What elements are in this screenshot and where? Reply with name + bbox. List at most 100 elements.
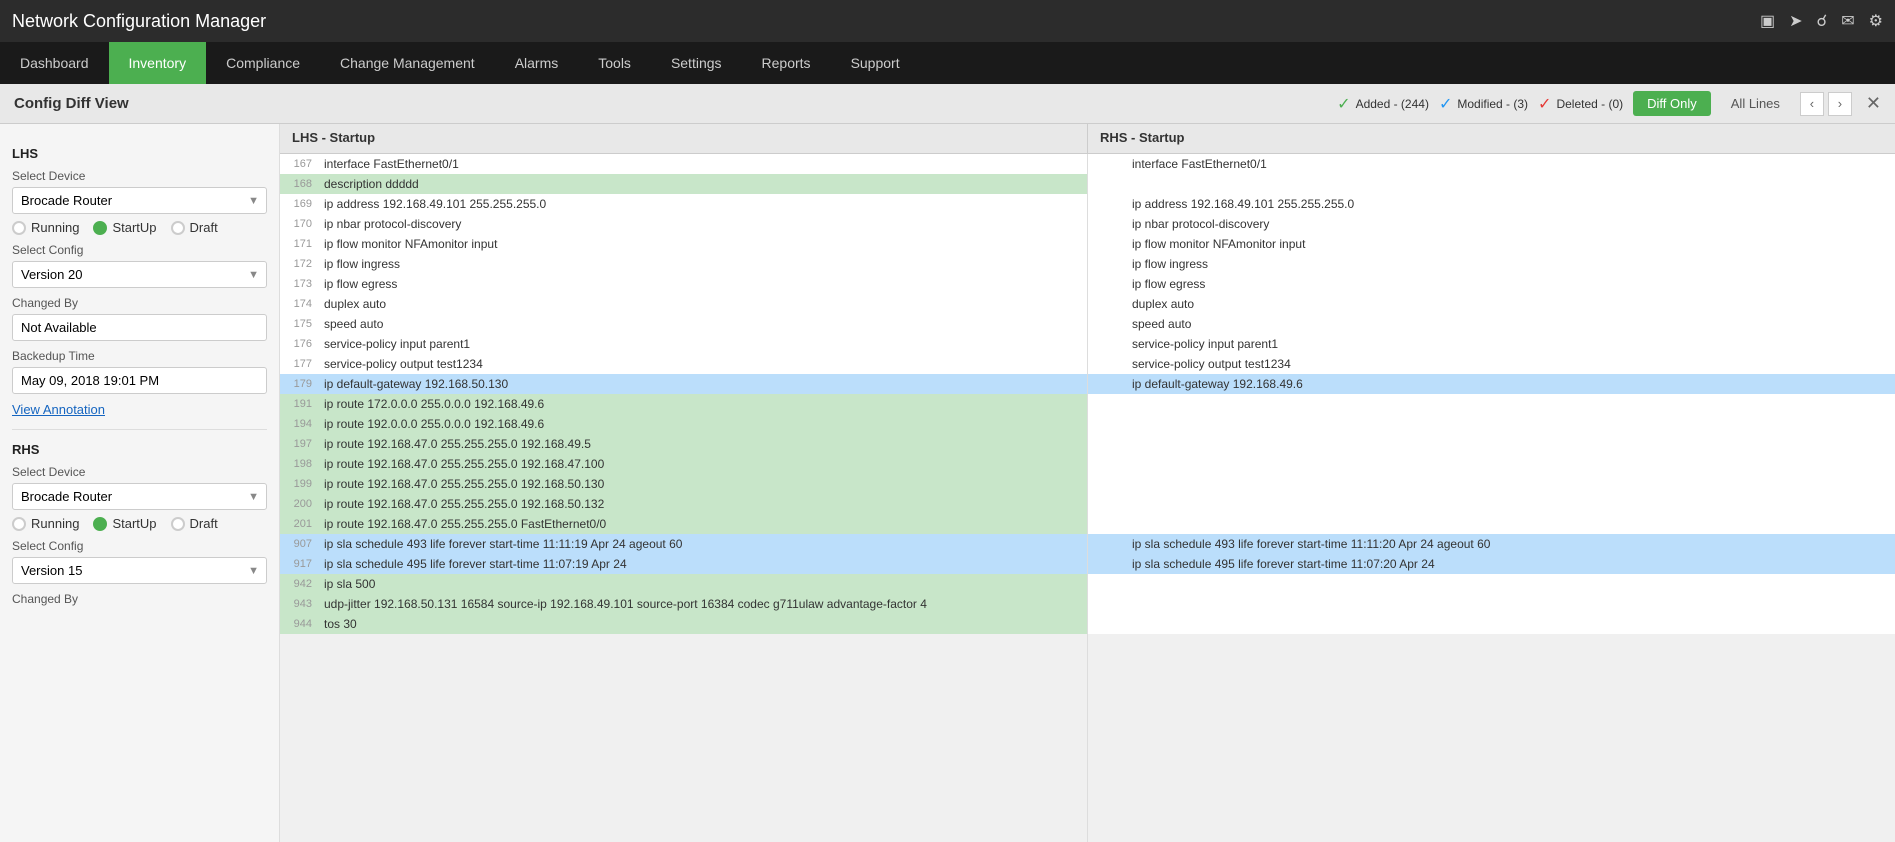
- table-row: 907ip sla schedule 493 life forever star…: [280, 534, 1087, 554]
- line-content: ip default-gateway 192.168.50.130: [320, 376, 1087, 392]
- line-number: 175: [280, 318, 320, 330]
- line-content: [1128, 443, 1895, 445]
- line-content: ip route 192.168.47.0 255.255.255.0 192.…: [320, 436, 1087, 452]
- rhs-radio-running[interactable]: Running: [12, 516, 79, 531]
- rhs-device-wrapper: Brocade Router ▼: [12, 483, 267, 510]
- line-number: 174: [280, 298, 320, 310]
- monitor-icon[interactable]: ▣: [1760, 11, 1775, 31]
- table-row: 174duplex auto: [280, 294, 1087, 314]
- rhs-running-label: Running: [31, 516, 79, 531]
- table-row: 944tos 30: [280, 614, 1087, 634]
- line-content: [1128, 503, 1895, 505]
- table-row: [1088, 474, 1895, 494]
- nav-item-tools[interactable]: Tools: [578, 42, 651, 84]
- nav-item-inventory[interactable]: Inventory: [109, 42, 207, 84]
- rhs-device-select[interactable]: Brocade Router: [12, 483, 267, 510]
- lhs-draft-circle: [171, 221, 185, 235]
- rhs-radio-startup[interactable]: StartUp: [93, 516, 156, 531]
- title-bar-icons: ▣ ➤ ☌ ✉ ⚙: [1760, 11, 1883, 31]
- line-content: ip default-gateway 192.168.49.6: [1128, 376, 1895, 392]
- rhs-running-circle: [12, 517, 26, 531]
- lhs-changed-by-input[interactable]: [12, 314, 267, 341]
- bell-icon[interactable]: ✉: [1841, 11, 1854, 31]
- rocket-icon[interactable]: ➤: [1789, 11, 1802, 31]
- nav-item-dashboard[interactable]: Dashboard: [0, 42, 109, 84]
- line-number: 173: [280, 278, 320, 290]
- table-row: interface FastEthernet0/1: [1088, 154, 1895, 174]
- view-annotation-link[interactable]: View Annotation: [12, 402, 105, 417]
- lhs-config-wrapper: Version 20 ▼: [12, 261, 267, 288]
- nav-item-alarms[interactable]: Alarms: [495, 42, 579, 84]
- lhs-config-label: Select Config: [12, 243, 267, 257]
- line-number: 171: [280, 238, 320, 250]
- nav-item-compliance[interactable]: Compliance: [206, 42, 320, 84]
- check-deleted-icon: ✓: [1538, 94, 1551, 114]
- table-row: 167interface FastEthernet0/1: [280, 154, 1087, 174]
- lhs-running-label: Running: [31, 220, 79, 235]
- rhs-startup-circle: [93, 517, 107, 531]
- table-row: [1088, 594, 1895, 614]
- filter-added[interactable]: ✓ Added - (244): [1337, 94, 1429, 114]
- line-content: speed auto: [320, 316, 1087, 332]
- table-row: [1088, 574, 1895, 594]
- line-number: 170: [280, 218, 320, 230]
- table-row: [1088, 434, 1895, 454]
- nav-item-support[interactable]: Support: [831, 42, 920, 84]
- line-number: 197: [280, 438, 320, 450]
- diff-header: LHS - Startup RHS - Startup: [280, 124, 1895, 154]
- filter-modified[interactable]: ✓ Modified - (3): [1439, 94, 1528, 114]
- table-row: speed auto: [1088, 314, 1895, 334]
- page-header: Config Diff View ✓ Added - (244) ✓ Modif…: [0, 84, 1895, 124]
- prev-diff-button[interactable]: ‹: [1800, 92, 1824, 116]
- rhs-radio-draft[interactable]: Draft: [171, 516, 218, 531]
- gear-icon[interactable]: ⚙: [1869, 11, 1883, 31]
- line-content: ip route 172.0.0.0 255.0.0.0 192.168.49.…: [320, 396, 1087, 412]
- rhs-draft-label: Draft: [190, 516, 218, 531]
- next-diff-button[interactable]: ›: [1828, 92, 1852, 116]
- line-number: 168: [280, 178, 320, 190]
- rhs-config-select[interactable]: Version 15: [12, 557, 267, 584]
- rhs-section-label: RHS: [12, 442, 267, 457]
- rhs-config-wrapper: Version 15 ▼: [12, 557, 267, 584]
- line-number: 179: [280, 378, 320, 390]
- line-number: 176: [280, 338, 320, 350]
- lhs-diff-panel[interactable]: 167interface FastEthernet0/1168descripti…: [280, 154, 1088, 842]
- nav-item-settings[interactable]: Settings: [651, 42, 742, 84]
- line-number: 917: [280, 558, 320, 570]
- lhs-radio-startup[interactable]: StartUp: [93, 220, 156, 235]
- rhs-startup-label: StartUp: [112, 516, 156, 531]
- rhs-changed-by-label: Changed By: [12, 592, 267, 606]
- table-row: [1088, 494, 1895, 514]
- line-content: duplex auto: [320, 296, 1087, 312]
- diff-only-button[interactable]: Diff Only: [1633, 91, 1711, 116]
- page-title: Config Diff View: [14, 95, 129, 112]
- lhs-radio-running[interactable]: Running: [12, 220, 79, 235]
- lhs-radio-draft[interactable]: Draft: [171, 220, 218, 235]
- line-content: ip route 192.168.47.0 255.255.255.0 192.…: [320, 496, 1087, 512]
- line-content: service-policy input parent1: [1128, 336, 1895, 352]
- close-button[interactable]: ✕: [1866, 93, 1881, 114]
- nav-item-reports[interactable]: Reports: [742, 42, 831, 84]
- rhs-config-label: Select Config: [12, 539, 267, 553]
- table-row: 177service-policy output test1234: [280, 354, 1087, 374]
- lhs-config-select[interactable]: Version 20: [12, 261, 267, 288]
- table-row: 198ip route 192.168.47.0 255.255.255.0 1…: [280, 454, 1087, 474]
- line-content: [1128, 463, 1895, 465]
- line-content: service-policy input parent1: [320, 336, 1087, 352]
- table-row: ip flow ingress: [1088, 254, 1895, 274]
- line-content: ip route 192.168.47.0 255.255.255.0 192.…: [320, 476, 1087, 492]
- lhs-startup-circle: [93, 221, 107, 235]
- all-lines-button[interactable]: All Lines: [1721, 91, 1790, 116]
- table-row: 191ip route 172.0.0.0 255.0.0.0 192.168.…: [280, 394, 1087, 414]
- lhs-device-select[interactable]: Brocade Router: [12, 187, 267, 214]
- line-number: 172: [280, 258, 320, 270]
- nav-item-change-management[interactable]: Change Management: [320, 42, 495, 84]
- filter-deleted[interactable]: ✓ Deleted - (0): [1538, 94, 1623, 114]
- search-icon[interactable]: ☌: [1817, 11, 1828, 31]
- rhs-diff-panel[interactable]: interface FastEthernet0/1ip address 192.…: [1088, 154, 1895, 842]
- line-number: 194: [280, 418, 320, 430]
- line-content: [1128, 603, 1895, 605]
- lhs-backedup-time-input[interactable]: [12, 367, 267, 394]
- check-modified-icon: ✓: [1439, 94, 1452, 114]
- diff-nav-arrows: ‹ ›: [1800, 92, 1852, 116]
